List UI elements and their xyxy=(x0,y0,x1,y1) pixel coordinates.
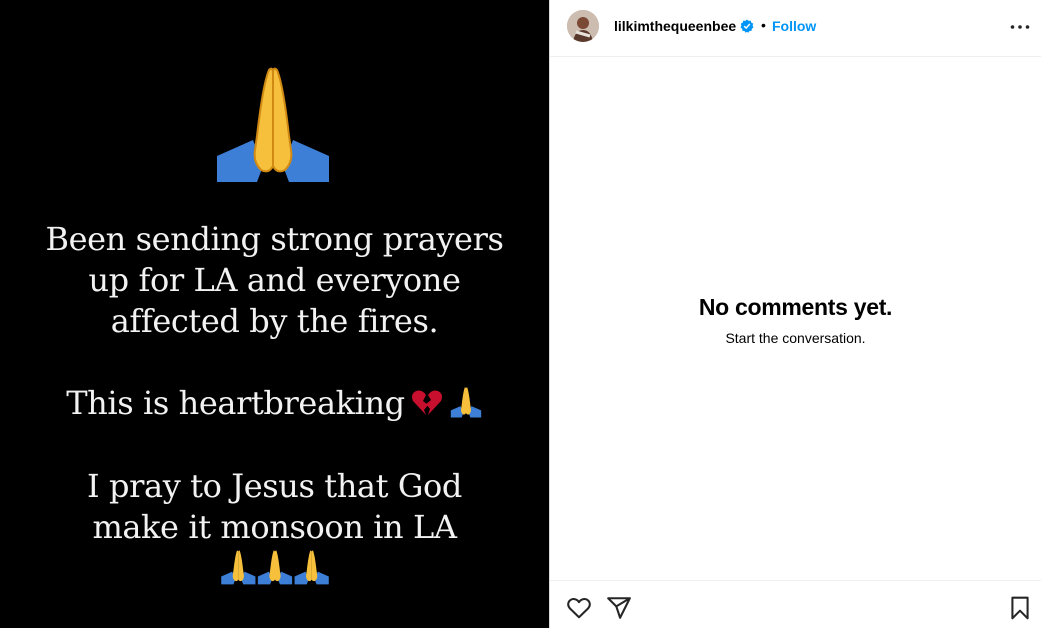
comments-panel: lilkimthequeenbee • Follow No comments y… xyxy=(549,0,1041,628)
post-image[interactable]: Been sending strong prayers up for LA an… xyxy=(0,0,549,628)
empty-comments-subtitle: Start the conversation. xyxy=(725,330,866,346)
broken-heart-emoji xyxy=(411,390,442,415)
share-icon[interactable] xyxy=(606,595,632,621)
empty-comments-title: No comments yet. xyxy=(698,294,893,320)
post-text-line: Been sending strong prayers xyxy=(45,220,504,258)
bookmark-icon[interactable] xyxy=(1007,595,1033,621)
username-link[interactable]: lilkimthequeenbee xyxy=(614,18,736,34)
folded-hands-emoji xyxy=(217,67,329,182)
folded-hands-emoji xyxy=(257,550,293,585)
heart-icon[interactable] xyxy=(566,595,592,621)
action-bar xyxy=(550,580,1041,628)
folded-hands-emoji xyxy=(294,550,329,585)
post-text-line: This is heartbreaking xyxy=(66,384,405,422)
folded-hands-emoji xyxy=(221,550,256,585)
post-text-prayer-request: I pray to Jesus that God make it monsoon… xyxy=(10,466,539,548)
verified-badge-icon xyxy=(740,19,754,33)
post-text-line: affected by the fires. xyxy=(110,302,439,340)
post-text-heartbreaking: This is heartbreaking xyxy=(10,383,539,424)
post-text-line: I pray to Jesus that God xyxy=(87,467,462,505)
avatar-image xyxy=(567,10,599,42)
post-text-line: up for LA and everyone xyxy=(88,261,461,299)
follow-button[interactable]: Follow xyxy=(772,18,816,34)
folded-hands-emoji-row xyxy=(221,550,329,585)
separator-dot: • xyxy=(761,17,766,33)
more-options-icon[interactable] xyxy=(1008,18,1032,36)
folded-hands-emoji xyxy=(450,387,481,418)
post-text-line: make it monsoon in LA xyxy=(92,508,457,546)
post-header: lilkimthequeenbee • Follow xyxy=(550,0,1041,57)
post-text-prayers: Been sending strong prayers up for LA an… xyxy=(10,219,539,342)
avatar[interactable] xyxy=(567,10,599,42)
